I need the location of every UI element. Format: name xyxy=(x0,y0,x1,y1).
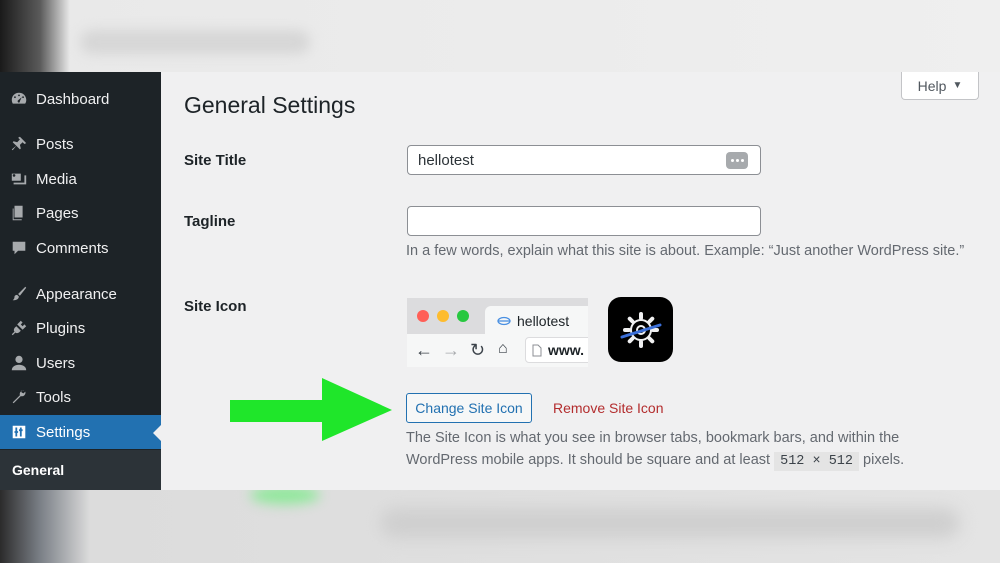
forward-arrow-icon: → xyxy=(442,340,460,360)
change-site-icon-button[interactable]: Change Site Icon xyxy=(406,393,532,423)
blurred-region xyxy=(80,30,310,54)
sidebar-item-comments[interactable]: Comments xyxy=(0,231,161,265)
sidebar-item-posts[interactable]: Posts xyxy=(0,127,161,161)
sidebar-item-label: Pages xyxy=(36,204,79,222)
green-arrow-annotation xyxy=(230,378,392,441)
tagline-description: In a few words, explain what this site i… xyxy=(406,243,965,259)
site-favicon-icon xyxy=(497,316,511,326)
sidebar-item-pages[interactable]: Pages xyxy=(0,196,161,230)
site-title-label: Site Title xyxy=(184,152,247,169)
sidebar-item-label: Comments xyxy=(36,239,109,257)
site-icon-description-line1: The Site Icon is what you see in browser… xyxy=(406,430,900,446)
site-title-input[interactable]: hellotest xyxy=(407,145,761,175)
site-icon-label: Site Icon xyxy=(184,298,247,315)
browser-tab: hellotest xyxy=(485,306,588,336)
site-icon-description: The Site Icon is what you see in browser… xyxy=(406,427,904,473)
sidebar-item-label: Posts xyxy=(36,135,74,153)
media-icon xyxy=(0,170,36,188)
sidebar-submenu-general[interactable]: General xyxy=(0,450,161,490)
close-dot-icon xyxy=(417,310,429,322)
pin-icon xyxy=(0,135,36,153)
page-icon xyxy=(532,344,542,356)
user-icon xyxy=(0,354,36,372)
site-title-value: hellotest xyxy=(418,151,474,169)
sidebar-item-tools[interactable]: Tools xyxy=(0,380,161,414)
plug-icon xyxy=(0,319,36,337)
tagline-label: Tagline xyxy=(184,213,236,230)
minimize-dot-icon xyxy=(437,310,449,322)
sidebar-item-users[interactable]: Users xyxy=(0,346,161,380)
tagline-input[interactable] xyxy=(407,206,761,236)
sidebar-item-label: Appearance xyxy=(36,285,117,303)
sidebar-item-media[interactable]: Media xyxy=(0,162,161,196)
reload-icon: ↻ xyxy=(470,340,486,360)
icon-size-code: 512 × 512 xyxy=(774,452,860,471)
sidebar-item-label: Settings xyxy=(36,423,91,441)
brush-icon xyxy=(0,285,36,303)
wrench-icon xyxy=(0,388,36,406)
sidebar-item-label: Users xyxy=(36,354,76,372)
help-label: Help xyxy=(917,77,947,94)
page-title: General Settings xyxy=(184,92,356,118)
tab-title: hellotest xyxy=(517,313,570,329)
caret-down-icon: ▼ xyxy=(952,80,963,91)
submenu-item-label: General xyxy=(12,462,65,478)
site-icon-description-line2-end: pixels. xyxy=(863,452,905,468)
sidebar-item-label: Tools xyxy=(36,388,72,406)
home-icon: ⌂ xyxy=(498,340,508,357)
admin-sidebar: Dashboard Posts Media Pages Comments App… xyxy=(0,72,161,490)
gear-pencil-icon xyxy=(620,311,661,348)
active-indicator xyxy=(153,425,161,441)
blurred-region xyxy=(380,508,960,538)
browser-toolbar: ← → ↻ ⌂ www. xyxy=(407,334,588,367)
sidebar-item-dashboard[interactable]: Dashboard xyxy=(0,82,161,116)
back-arrow-icon: ← xyxy=(415,340,433,360)
site-app-icon xyxy=(608,297,673,362)
browser-preview: hellotest ← → ↻ ⌂ www. xyxy=(407,298,588,367)
sidebar-item-appearance[interactable]: Appearance xyxy=(0,277,161,311)
address-text: www. xyxy=(548,342,585,358)
site-icon-description-line2: WordPress mobile apps. It should be squa… xyxy=(406,452,771,468)
sidebar-item-label: Plugins xyxy=(36,319,86,337)
address-bar: www. xyxy=(525,337,588,363)
blurred-browser-top xyxy=(0,0,1000,72)
browser-tabbar: hellotest xyxy=(407,298,588,336)
help-button[interactable]: Help ▼ xyxy=(901,72,979,100)
dashboard-icon xyxy=(0,90,36,108)
comment-icon xyxy=(0,239,36,257)
sidebar-item-label: Media xyxy=(36,170,77,188)
password-manager-icon[interactable] xyxy=(726,152,748,169)
sidebar-item-plugins[interactable]: Plugins xyxy=(0,311,161,345)
remove-site-icon-button[interactable]: Remove Site Icon xyxy=(553,400,664,416)
blurred-browser-bottom xyxy=(0,486,1000,563)
zoom-dot-icon xyxy=(457,310,469,322)
sidebar-item-label: Dashboard xyxy=(36,90,110,108)
settings-sliders-icon xyxy=(0,423,36,441)
sidebar-item-settings[interactable]: Settings xyxy=(0,415,161,449)
pages-icon xyxy=(0,204,36,222)
